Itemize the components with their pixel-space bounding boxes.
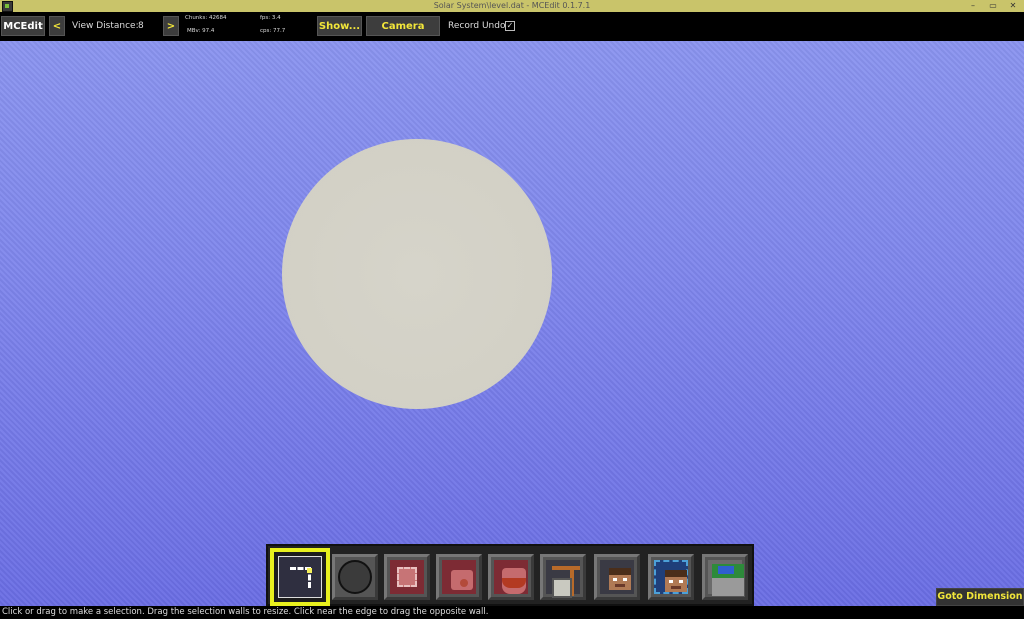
- view-distance-value: 8: [138, 21, 144, 31]
- player-tool-slot[interactable]: [594, 554, 640, 600]
- tool-hotbar: [266, 544, 754, 606]
- chunk-block-icon: [708, 560, 744, 596]
- clone-selection-icon: [390, 560, 424, 594]
- spawn-tool-slot[interactable]: [648, 554, 694, 600]
- selection-corner-icon: [278, 556, 322, 598]
- chunks-stat: Chunks: 42684: [185, 15, 227, 21]
- mcedit-menu-button[interactable]: MCEdit: [1, 16, 45, 36]
- spawn-head-icon: [654, 560, 688, 594]
- goto-dimension-button[interactable]: Goto Dimension: [936, 588, 1024, 606]
- crane-icon: [546, 560, 580, 598]
- fill-bucket-icon: [442, 560, 476, 594]
- brush-tool-slot[interactable]: [332, 554, 378, 600]
- minimize-button[interactable]: –: [968, 0, 978, 12]
- show-menu-button[interactable]: Show...: [317, 16, 362, 36]
- close-button[interactable]: ✕: [1008, 0, 1018, 12]
- fill-tool-slot[interactable]: [436, 554, 482, 600]
- cps-stat: cps: 77.7: [260, 28, 286, 34]
- mbv-stat: MBv: 97.4: [187, 28, 215, 34]
- clone-tool-slot[interactable]: [384, 554, 430, 600]
- player-head-icon: [600, 560, 634, 594]
- fps-stat: fps: 3.4: [260, 15, 281, 21]
- 3d-viewport[interactable]: [0, 41, 1024, 606]
- view-distance-increase-button[interactable]: >: [163, 16, 179, 36]
- window-title: Solar System\level.dat - MCEdit 0.1.7.1: [433, 1, 591, 10]
- status-bar: Click or drag to make a selection. Drag …: [0, 606, 1024, 619]
- view-distance-label: View Distance:: [72, 21, 139, 31]
- pour-jug-icon: [494, 560, 528, 594]
- title-bar: Solar System\level.dat - MCEdit 0.1.7.1 …: [0, 0, 1024, 12]
- planet-sphere: [282, 139, 552, 409]
- import-tool-slot[interactable]: [540, 554, 586, 600]
- select-tool-slot[interactable]: [270, 548, 330, 606]
- record-undo-label: Record Undo: [448, 21, 506, 31]
- record-undo-checkbox[interactable]: ✓: [505, 21, 515, 31]
- toolbar: MCEdit < View Distance: 8 > Chunks: 4268…: [0, 12, 1024, 52]
- maximize-button[interactable]: ▭: [988, 0, 998, 12]
- filter-tool-slot[interactable]: [488, 554, 534, 600]
- view-distance-decrease-button[interactable]: <: [49, 16, 65, 36]
- chunk-tool-slot[interactable]: [702, 554, 748, 600]
- camera-view-button[interactable]: Camera View: [366, 16, 440, 52]
- sphere-brush-icon: [338, 560, 372, 594]
